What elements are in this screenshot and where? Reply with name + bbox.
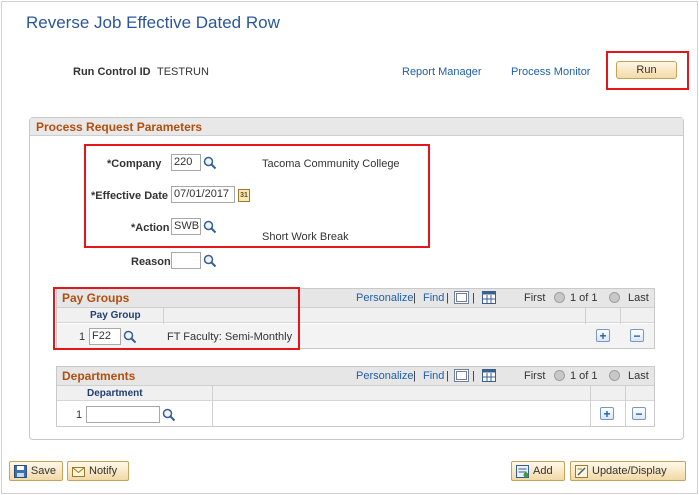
departments-pipe-3: | <box>472 370 475 382</box>
add-label: Add <box>533 465 553 477</box>
departments-find-link[interactable]: Find <box>423 370 444 382</box>
departments-grid: Departments Personalize | Find | | First… <box>56 366 655 427</box>
add-button[interactable]: Add <box>511 461 565 481</box>
prev-arrow-icon <box>554 370 565 381</box>
pay-groups-find-link[interactable]: Find <box>423 292 444 304</box>
next-arrow-icon <box>609 292 620 303</box>
table-row <box>57 324 654 348</box>
departments-first: First <box>524 370 546 382</box>
departments-count: 1 of 1 <box>570 370 598 382</box>
run-control-label: Run Control ID <box>73 66 151 78</box>
departments-delete-row-button[interactable]: − <box>632 407 646 420</box>
action-description: Short Work Break <box>262 231 349 243</box>
pay-groups-delete-row-button[interactable]: − <box>630 329 644 342</box>
company-lookup-icon[interactable] <box>203 156 217 170</box>
pay-groups-column-header-bar <box>57 308 654 323</box>
departments-row-number: 1 <box>76 409 83 421</box>
departments-action-divider-2 <box>625 386 626 426</box>
pay-groups-first: First <box>524 292 546 304</box>
pay-groups-pipe-1: | <box>413 292 416 304</box>
departments-last: Last <box>628 370 649 382</box>
next-arrow-icon <box>609 370 620 381</box>
effective-date-input[interactable]: 07/01/2017 <box>171 186 235 203</box>
pay-group-column-header: Pay Group <box>90 310 141 321</box>
pay-groups-grid: Pay Groups Personalize | Find | | First … <box>56 288 655 349</box>
action-input[interactable]: SWB <box>171 218 201 235</box>
grid-download-icon[interactable] <box>482 369 496 382</box>
view-all-icon[interactable] <box>454 369 469 382</box>
page-title: Reverse Job Effective Dated Row <box>26 13 280 32</box>
departments-add-row-button[interactable]: + <box>600 407 614 420</box>
save-icon <box>14 464 27 478</box>
prev-arrow-icon <box>554 292 565 303</box>
pay-group-description: FT Faculty: Semi-Monthly <box>167 331 293 343</box>
pay-groups-add-row-button[interactable]: + <box>596 329 610 342</box>
update-display-label: Update/Display <box>592 465 667 477</box>
reason-label: Reason <box>131 256 171 268</box>
pay-groups-last: Last <box>628 292 649 304</box>
pay-groups-row-number: 1 <box>79 331 86 343</box>
departments-pipe-2: | <box>446 370 449 382</box>
company-label: *Company <box>107 158 162 170</box>
pay-groups-title: Pay Groups <box>62 291 130 305</box>
notify-icon <box>72 466 85 477</box>
save-label: Save <box>30 465 56 477</box>
update-display-icon <box>575 464 588 478</box>
notify-label: Notify <box>89 465 118 477</box>
pay-group-input[interactable]: F22 <box>89 328 121 345</box>
add-icon <box>516 464 529 478</box>
departments-column-divider <box>212 386 213 426</box>
notify-button[interactable]: Notify <box>67 461 129 481</box>
departments-personalize-link[interactable]: Personalize <box>356 370 413 382</box>
pay-groups-pipe-3: | <box>472 292 475 304</box>
update-display-button[interactable]: Update/Display <box>570 461 686 481</box>
action-label: *Action <box>131 222 170 234</box>
department-lookup-icon[interactable] <box>162 408 176 422</box>
department-input[interactable] <box>86 406 160 423</box>
departments-column-header-bar <box>57 386 654 401</box>
department-column-header: Department <box>87 388 143 399</box>
run-control-value: TESTRUN <box>157 66 209 78</box>
grid-download-icon[interactable] <box>482 291 496 304</box>
pay-groups-pipe-2: | <box>446 292 449 304</box>
effective-date-label: *Effective Date <box>91 190 169 202</box>
pay-group-lookup-icon[interactable] <box>123 330 137 344</box>
action-lookup-icon[interactable] <box>203 220 217 234</box>
reason-input[interactable] <box>171 252 201 269</box>
pay-groups-personalize-link[interactable]: Personalize <box>356 292 413 304</box>
company-input[interactable]: 220 <box>171 154 201 171</box>
report-manager-link[interactable]: Report Manager <box>402 66 482 78</box>
departments-title: Departments <box>62 369 136 383</box>
view-all-icon[interactable] <box>454 291 469 304</box>
section-title: Process Request Parameters <box>30 118 683 136</box>
departments-pipe-1: | <box>413 370 416 382</box>
save-button[interactable]: Save <box>9 461 63 481</box>
company-description: Tacoma Community College <box>262 158 400 170</box>
reason-lookup-icon[interactable] <box>203 254 217 268</box>
departments-action-divider-1 <box>590 386 591 426</box>
process-monitor-link[interactable]: Process Monitor <box>511 66 590 78</box>
pay-groups-count: 1 of 1 <box>570 292 598 304</box>
calendar-icon[interactable]: 31 <box>238 189 250 202</box>
run-button[interactable]: Run <box>616 61 677 79</box>
